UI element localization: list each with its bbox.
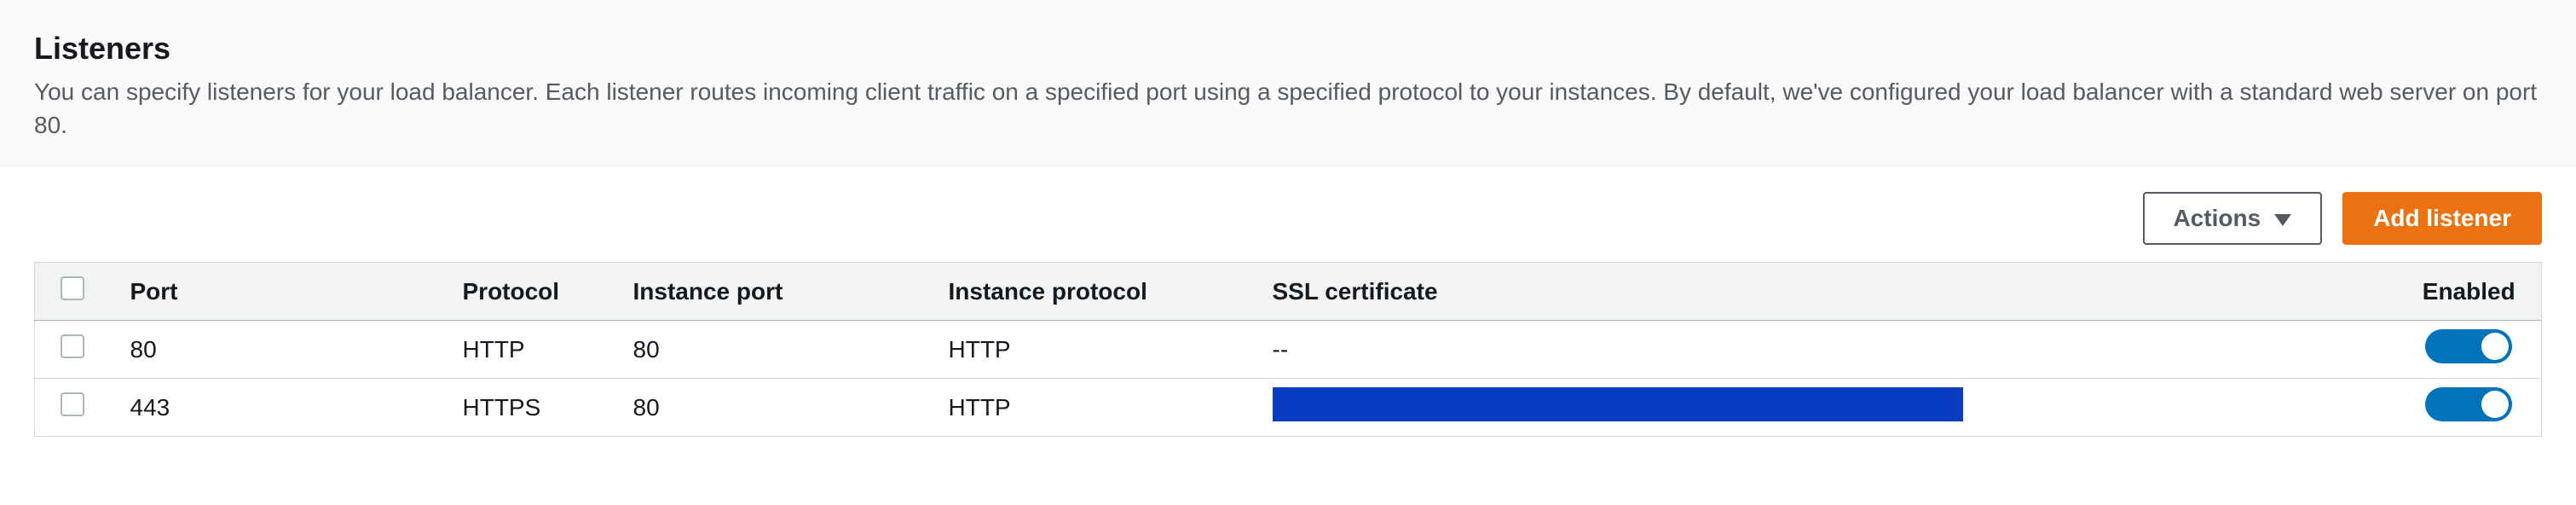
listeners-table: Port Protocol Instance port Instance pro… <box>34 262 2542 437</box>
col-instance-port: Instance port <box>613 263 928 321</box>
cell-port: 80 <box>110 321 442 379</box>
actions-button[interactable]: Actions <box>2143 192 2323 245</box>
cell-port: 443 <box>110 379 442 437</box>
ssl-certificate-redacted <box>1273 387 1963 421</box>
cell-protocol: HTTPS <box>442 379 613 437</box>
page-title: Listeners <box>34 31 2542 67</box>
select-all-header <box>35 263 110 321</box>
listeners-table-container: Port Protocol Instance port Instance pro… <box>0 262 2576 471</box>
chevron-down-icon <box>2274 205 2291 232</box>
page-description: You can specify listeners for your load … <box>34 75 2542 142</box>
table-row: 443 HTTPS 80 HTTP <box>35 379 2542 437</box>
col-ssl-certificate: SSL certificate <box>1252 263 2397 321</box>
add-listener-button[interactable]: Add listener <box>2342 192 2542 245</box>
row-checkbox[interactable] <box>61 334 84 358</box>
table-header-row: Port Protocol Instance port Instance pro… <box>35 263 2542 321</box>
table-row: 80 HTTP 80 HTTP -- <box>35 321 2542 379</box>
col-port: Port <box>110 263 442 321</box>
cell-instance-port: 80 <box>613 321 928 379</box>
cell-instance-protocol: HTTP <box>928 321 1252 379</box>
select-all-checkbox[interactable] <box>61 276 84 300</box>
col-protocol: Protocol <box>442 263 613 321</box>
listeners-header: Listeners You can specify listeners for … <box>0 0 2576 166</box>
cell-instance-port: 80 <box>613 379 928 437</box>
cell-protocol: HTTP <box>442 321 613 379</box>
col-instance-protocol: Instance protocol <box>928 263 1252 321</box>
cell-instance-protocol: HTTP <box>928 379 1252 437</box>
toolbar: Actions Add listener <box>0 166 2576 262</box>
row-checkbox[interactable] <box>61 392 84 416</box>
cell-ssl: -- <box>1252 321 2397 379</box>
cell-ssl <box>1252 379 2397 437</box>
actions-label: Actions <box>2174 205 2261 232</box>
enabled-toggle[interactable] <box>2425 329 2512 363</box>
col-enabled: Enabled <box>2397 263 2542 321</box>
enabled-toggle[interactable] <box>2425 387 2512 421</box>
